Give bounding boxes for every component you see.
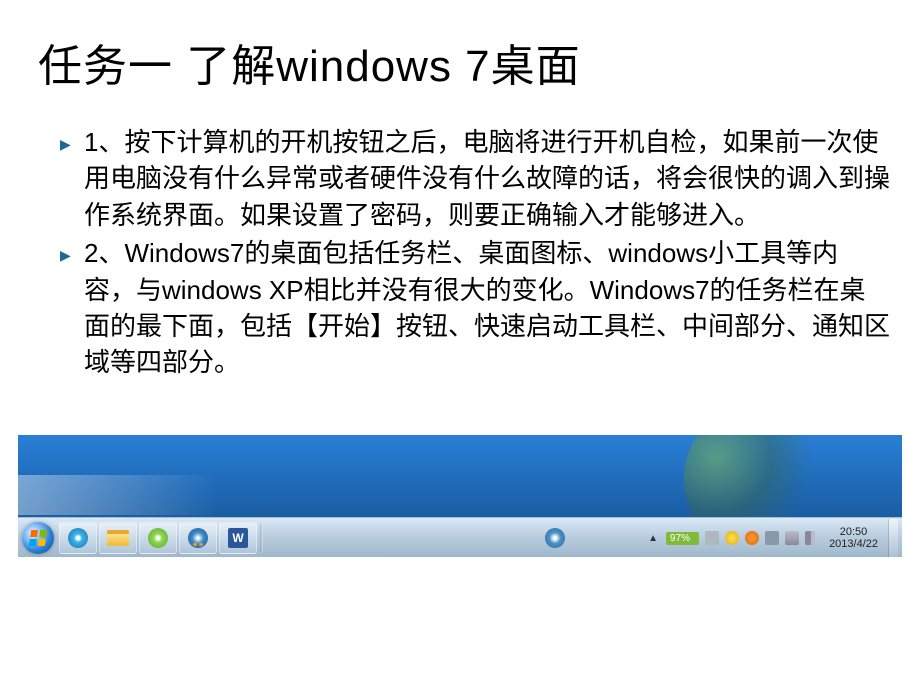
- wallpaper-light: [18, 475, 218, 515]
- windows-orb-icon: [22, 522, 54, 554]
- orange-sphere-icon: [745, 531, 759, 545]
- generic-icon: [705, 531, 719, 545]
- tray-icon-yellow[interactable]: [725, 531, 739, 545]
- tray-icon-4[interactable]: [765, 531, 779, 545]
- word-icon: W: [228, 528, 248, 548]
- bullet-icon: ▶: [60, 136, 72, 153]
- taskbar-clock[interactable]: 20:50 2013/4/22: [825, 526, 882, 550]
- clock-date: 2013/4/22: [829, 538, 878, 550]
- generic-icon: [765, 531, 779, 545]
- body-content: ▶ 1、按下计算机的开机按钮之后，电脑将进行开机自检，如果前一次使用电脑没有什么…: [0, 114, 920, 381]
- clock-time: 20:50: [829, 526, 878, 538]
- wallpaper-leaf: [662, 435, 841, 517]
- bullet-text: 1、按下计算机的开机按钮之后，电脑将进行开机自检，如果前一次使用电脑没有什么异常…: [84, 124, 890, 233]
- ie-running-icon[interactable]: [545, 528, 565, 548]
- qq-icon: [188, 528, 208, 548]
- shield-icon: [725, 531, 739, 545]
- speaker-icon: [805, 531, 819, 545]
- network-icon[interactable]: [785, 531, 799, 545]
- tray-icon-1[interactable]: [705, 531, 719, 545]
- desktop-wallpaper: [18, 435, 902, 517]
- notification-area: ▲ 97% 20:50 2013/4/22: [646, 518, 902, 558]
- green-sphere-icon: [148, 528, 168, 548]
- bullet-text: 2、Windows7的桌面包括任务栏、桌面图标、windows小工具等内容，与w…: [84, 235, 890, 381]
- network-status-icon: [785, 531, 799, 545]
- bullet-icon: ▶: [60, 247, 72, 264]
- ie-pinned[interactable]: [59, 522, 97, 554]
- show-desktop-button[interactable]: [888, 519, 898, 557]
- taskbar: W ▲ 97% 20:50 2013/4/22: [18, 517, 902, 557]
- taskbar-separator: [260, 524, 263, 552]
- qq-pinned[interactable]: [179, 522, 217, 554]
- ie-icon: [68, 528, 88, 548]
- folder-icon: [107, 530, 129, 546]
- bullet-item-1: ▶ 1、按下计算机的开机按钮之后，电脑将进行开机自检，如果前一次使用电脑没有什么…: [60, 124, 890, 233]
- battery-indicator[interactable]: 97%: [666, 532, 699, 545]
- tray-overflow-button[interactable]: ▲: [646, 531, 660, 545]
- start-button[interactable]: [18, 518, 58, 558]
- word-pinned[interactable]: W: [219, 522, 257, 554]
- volume-icon[interactable]: [805, 531, 819, 545]
- bullet-item-2: ▶ 2、Windows7的桌面包括任务栏、桌面图标、windows小工具等内容，…: [60, 235, 890, 381]
- explorer-pinned[interactable]: [99, 522, 137, 554]
- battery-percent: 97%: [670, 533, 690, 544]
- tray-icon-orange[interactable]: [745, 531, 759, 545]
- win7-taskbar-screenshot: W ▲ 97% 20:50 2013/4/22: [18, 435, 902, 557]
- app-green-pinned[interactable]: [139, 522, 177, 554]
- slide-title: 任务一 了解windows 7桌面: [0, 0, 920, 114]
